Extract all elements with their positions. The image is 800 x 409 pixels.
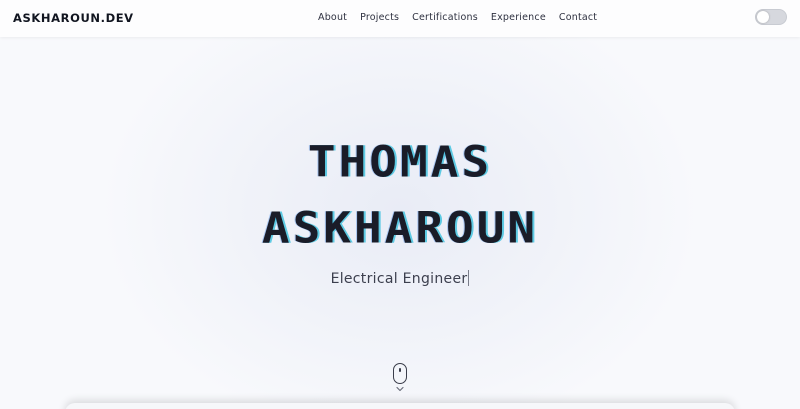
mouse-wheel	[399, 368, 401, 372]
hero-name-first: THOMAS	[307, 137, 493, 187]
nav-link-certifications[interactable]: Certifications	[412, 12, 478, 23]
chevron-down-icon	[396, 386, 404, 392]
hero-subtitle: Electrical Engineer	[330, 271, 468, 287]
nav-links: About Projects Certifications Experience…	[318, 12, 597, 23]
theme-toggle-knob	[757, 11, 769, 23]
hero-subtitle-wrap: Electrical Engineer	[0, 268, 800, 287]
next-section-card-edge	[65, 403, 735, 409]
theme-toggle[interactable]	[755, 9, 787, 25]
nav-link-experience[interactable]: Experience	[491, 12, 546, 23]
nav-link-about[interactable]: About	[318, 12, 347, 23]
site-logo[interactable]: ASKHAROUN.DEV	[13, 11, 134, 25]
nav-link-contact[interactable]: Contact	[559, 12, 597, 23]
hero-name-last: ASKHAROUN	[261, 203, 539, 253]
mouse-scroll-icon	[393, 363, 407, 384]
typing-cursor	[468, 270, 470, 286]
scroll-down-indicator[interactable]	[392, 363, 408, 397]
navbar: ASKHAROUN.DEV About Projects Certificati…	[0, 0, 800, 37]
nav-link-projects[interactable]: Projects	[360, 12, 399, 23]
